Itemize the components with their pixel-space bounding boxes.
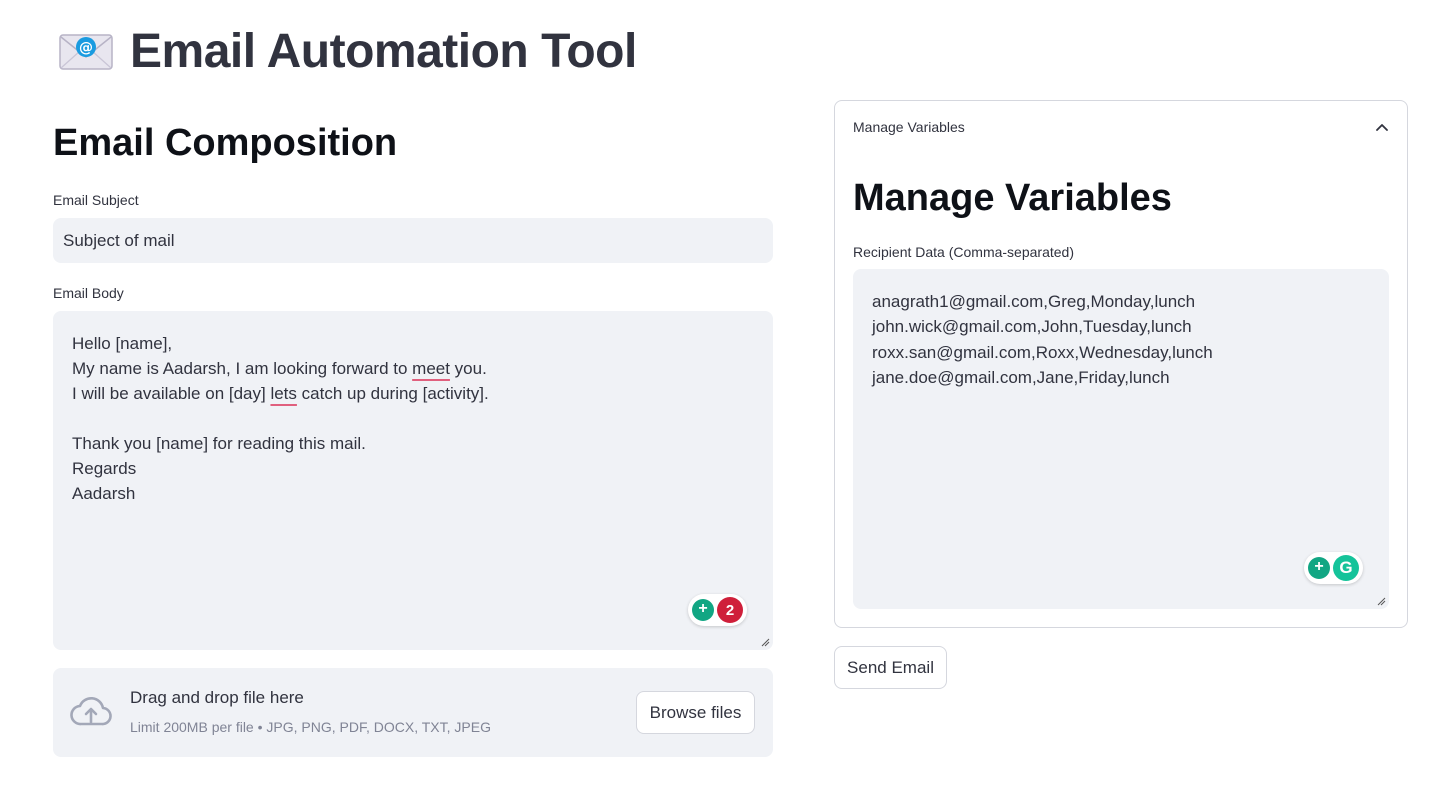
body-text: catch up during [activity]. [296,384,489,403]
browse-files-button[interactable]: Browse files [636,691,755,734]
body-line: Regards [72,459,137,478]
recipient-line: anagrath1@gmail.com,Greg,Monday,lunch [872,292,1196,311]
spelling-flag[interactable]: lets [270,384,296,403]
email-subject-label: Email Subject [53,192,139,208]
resize-handle-icon[interactable] [761,638,770,647]
body-line: My name is Aadarsh, I am looking forward… [72,356,754,381]
expander-header[interactable]: Manage Variables [835,101,1407,153]
email-body-textarea[interactable]: Hello [name], My name is Aadarsh, I am l… [53,311,773,650]
dropzone-title: Drag and drop file here [130,688,304,707]
body-line: Thank you [name] for reading this mail. [72,434,366,453]
body-text: you. [449,359,487,378]
grammarly-widget[interactable]: 2 [688,594,747,626]
expander-label: Manage Variables [853,119,965,135]
email-subject-input[interactable]: Subject of mail [53,218,773,263]
send-email-button[interactable]: Send Email [834,646,947,689]
recipient-line: jane.doe@gmail.com,Jane,Friday,lunch [872,367,1170,387]
body-line: I will be available on [day] lets catch … [72,381,754,406]
body-line: Aadarsh [72,484,136,503]
manage-variables-expander: Manage Variables Manage Variables Recipi… [834,100,1408,628]
file-uploader-dropzone[interactable]: Drag and drop file here Limit 200MB per … [53,668,773,757]
body-line [72,406,754,431]
email-body-label: Email Body [53,285,124,301]
body-line: Hello [name], [72,334,173,353]
issue-count-badge[interactable]: 2 [717,597,743,623]
resize-handle-icon[interactable] [1377,597,1386,606]
composition-heading: Email Composition [53,122,398,164]
chevron-up-icon[interactable] [1375,122,1389,132]
app-title: Email Automation Tool [130,25,637,78]
email-composition-panel: Email Composition Email Subject Subject … [53,116,773,757]
recipient-line: john.wick@gmail.com,John,Tuesday,lunch [872,317,1192,337]
body-text: I will be available on [day] [72,384,271,403]
body-text: My name is Aadarsh, I am looking forward… [72,359,413,378]
recipient-line: roxx.san@gmail.com,Roxx,Wednesday,lunch [872,342,1213,362]
variables-heading: Manage Variables [853,177,1172,219]
app-header: @ Email Automation Tool [58,24,637,79]
svg-text:@: @ [79,40,93,56]
grammarly-logo-icon[interactable]: G [1333,555,1359,581]
recipient-data-textarea[interactable]: anagrath1@gmail.com,Greg,Monday,lunch jo… [853,269,1389,609]
grammarly-widget[interactable]: G [1304,552,1363,584]
lightbulb-icon[interactable] [692,599,714,621]
envelope-at-icon: @ [58,31,114,73]
cloud-upload-icon [70,696,112,726]
spelling-flag[interactable]: meet [412,359,450,378]
lightbulb-icon[interactable] [1308,557,1330,579]
recipient-data-label: Recipient Data (Comma-separated) [853,244,1074,260]
dropzone-limit-text: Limit 200MB per file • JPG, PNG, PDF, DO… [130,719,491,735]
